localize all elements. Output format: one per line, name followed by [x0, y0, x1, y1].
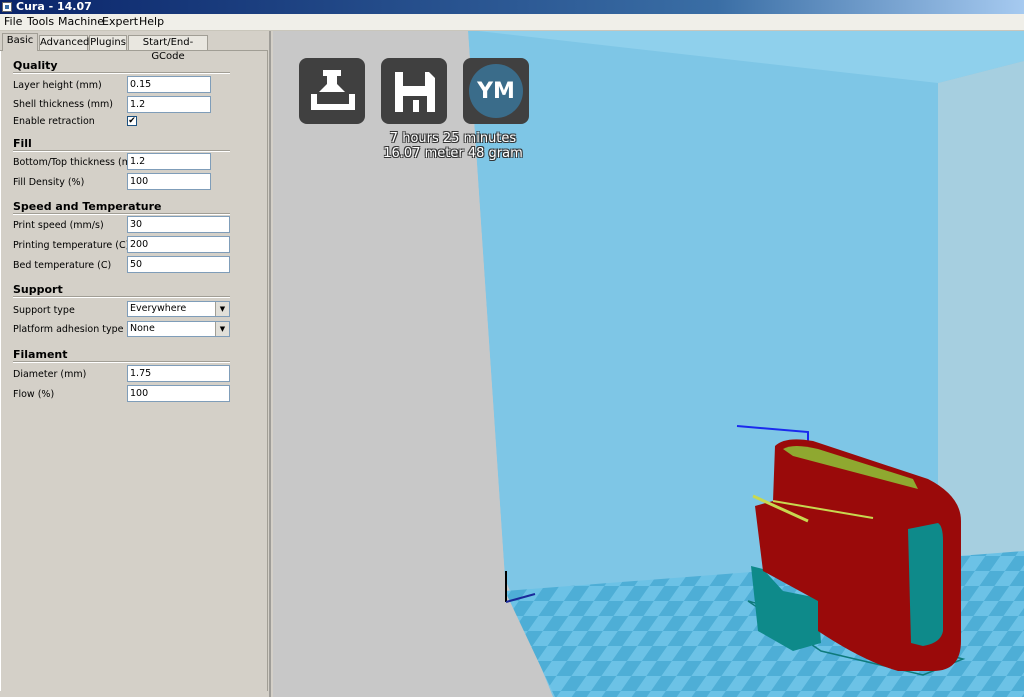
- chevron-down-icon[interactable]: ▼: [215, 302, 229, 316]
- settings-panel: Basic Advanced Plugins Start/End-GCode Q…: [0, 31, 271, 697]
- enable-retraction-checkbox[interactable]: ✔: [127, 116, 137, 126]
- divider: [13, 296, 230, 298]
- bed-temperature-input[interactable]: 50: [127, 256, 230, 273]
- section-filament: Filament: [13, 348, 68, 361]
- print-speed-input[interactable]: 30: [127, 216, 230, 233]
- divider: [13, 213, 230, 215]
- tab-start-end-gcode[interactable]: Start/End-GCode: [128, 35, 208, 62]
- section-quality: Quality: [13, 59, 58, 72]
- shell-thickness-label: Shell thickness (mm): [13, 99, 114, 110]
- model-side-panel: [908, 523, 943, 646]
- menu-bar: File Tools Machine Expert Help: [0, 14, 1024, 31]
- support-type-label: Support type: [13, 305, 75, 316]
- menu-help[interactable]: Help: [139, 16, 164, 28]
- divider: [13, 150, 230, 152]
- bottom-top-thickness-input[interactable]: 1.2: [127, 153, 211, 170]
- title-bar: Cura - 14.07: [0, 0, 1024, 14]
- save-gcode-button[interactable]: [381, 58, 447, 124]
- divider: [13, 72, 230, 74]
- print-speed-label: Print speed (mm/s): [13, 220, 104, 231]
- bottom-top-thickness-label: Bottom/Top thickness (mm): [13, 157, 144, 168]
- flow-label: Flow (%): [13, 389, 55, 400]
- app-icon: [2, 2, 12, 12]
- shell-thickness-input[interactable]: 1.2: [127, 96, 211, 113]
- tab-plugins[interactable]: Plugins: [89, 35, 127, 50]
- printing-temperature-input[interactable]: 200: [127, 236, 230, 253]
- chevron-down-icon[interactable]: ▼: [215, 322, 229, 336]
- basic-settings: Quality Layer height (mm) 0.15 Shell thi…: [0, 51, 268, 691]
- diameter-label: Diameter (mm): [13, 369, 87, 380]
- youmagine-label: YM: [477, 79, 515, 104]
- platform-adhesion-select[interactable]: None ▼: [127, 321, 230, 337]
- print-material: 16.07 meter 48 gram: [383, 146, 523, 161]
- enable-retraction-label: Enable retraction: [13, 116, 95, 127]
- section-speed-temperature: Speed and Temperature: [13, 200, 162, 213]
- tab-basic[interactable]: Basic: [2, 33, 38, 51]
- load-model-button[interactable]: [299, 58, 365, 124]
- flow-input[interactable]: 100: [127, 385, 230, 402]
- load-model-icon: [311, 70, 355, 110]
- diameter-input[interactable]: 1.75: [127, 365, 230, 382]
- layer-height-input[interactable]: 0.15: [127, 76, 211, 93]
- support-type-value: Everywhere: [130, 303, 187, 314]
- platform-adhesion-label: Platform adhesion type: [13, 324, 124, 335]
- bed-temperature-label: Bed temperature (C): [13, 260, 112, 271]
- printing-temperature-label: Printing temperature (C): [13, 240, 130, 251]
- divider: [13, 361, 230, 363]
- layer-height-label: Layer height (mm): [13, 80, 102, 91]
- 3d-viewport[interactable]: YM 7 hours 25 minutes 16.07 meter 48 gra…: [273, 31, 1024, 697]
- fill-density-input[interactable]: 100: [127, 173, 211, 190]
- window-title: Cura - 14.07: [16, 0, 92, 13]
- section-support: Support: [13, 283, 63, 296]
- section-fill: Fill: [13, 137, 32, 150]
- menu-tools[interactable]: Tools: [27, 16, 54, 28]
- support-type-select[interactable]: Everywhere ▼: [127, 301, 230, 317]
- save-gcode-icon: [395, 72, 435, 112]
- youmagine-button[interactable]: YM: [463, 58, 529, 124]
- menu-expert[interactable]: Expert: [102, 16, 138, 28]
- menu-file[interactable]: File: [4, 16, 22, 28]
- fill-density-label: Fill Density (%): [13, 177, 85, 188]
- tab-advanced[interactable]: Advanced: [39, 35, 89, 50]
- settings-tabs: Basic Advanced Plugins Start/End-GCode: [0, 33, 271, 62]
- print-info: 7 hours 25 minutes 16.07 meter 48 gram: [303, 131, 603, 161]
- platform-adhesion-value: None: [130, 323, 155, 334]
- menu-machine[interactable]: Machine: [58, 16, 104, 28]
- print-time: 7 hours 25 minutes: [389, 131, 517, 146]
